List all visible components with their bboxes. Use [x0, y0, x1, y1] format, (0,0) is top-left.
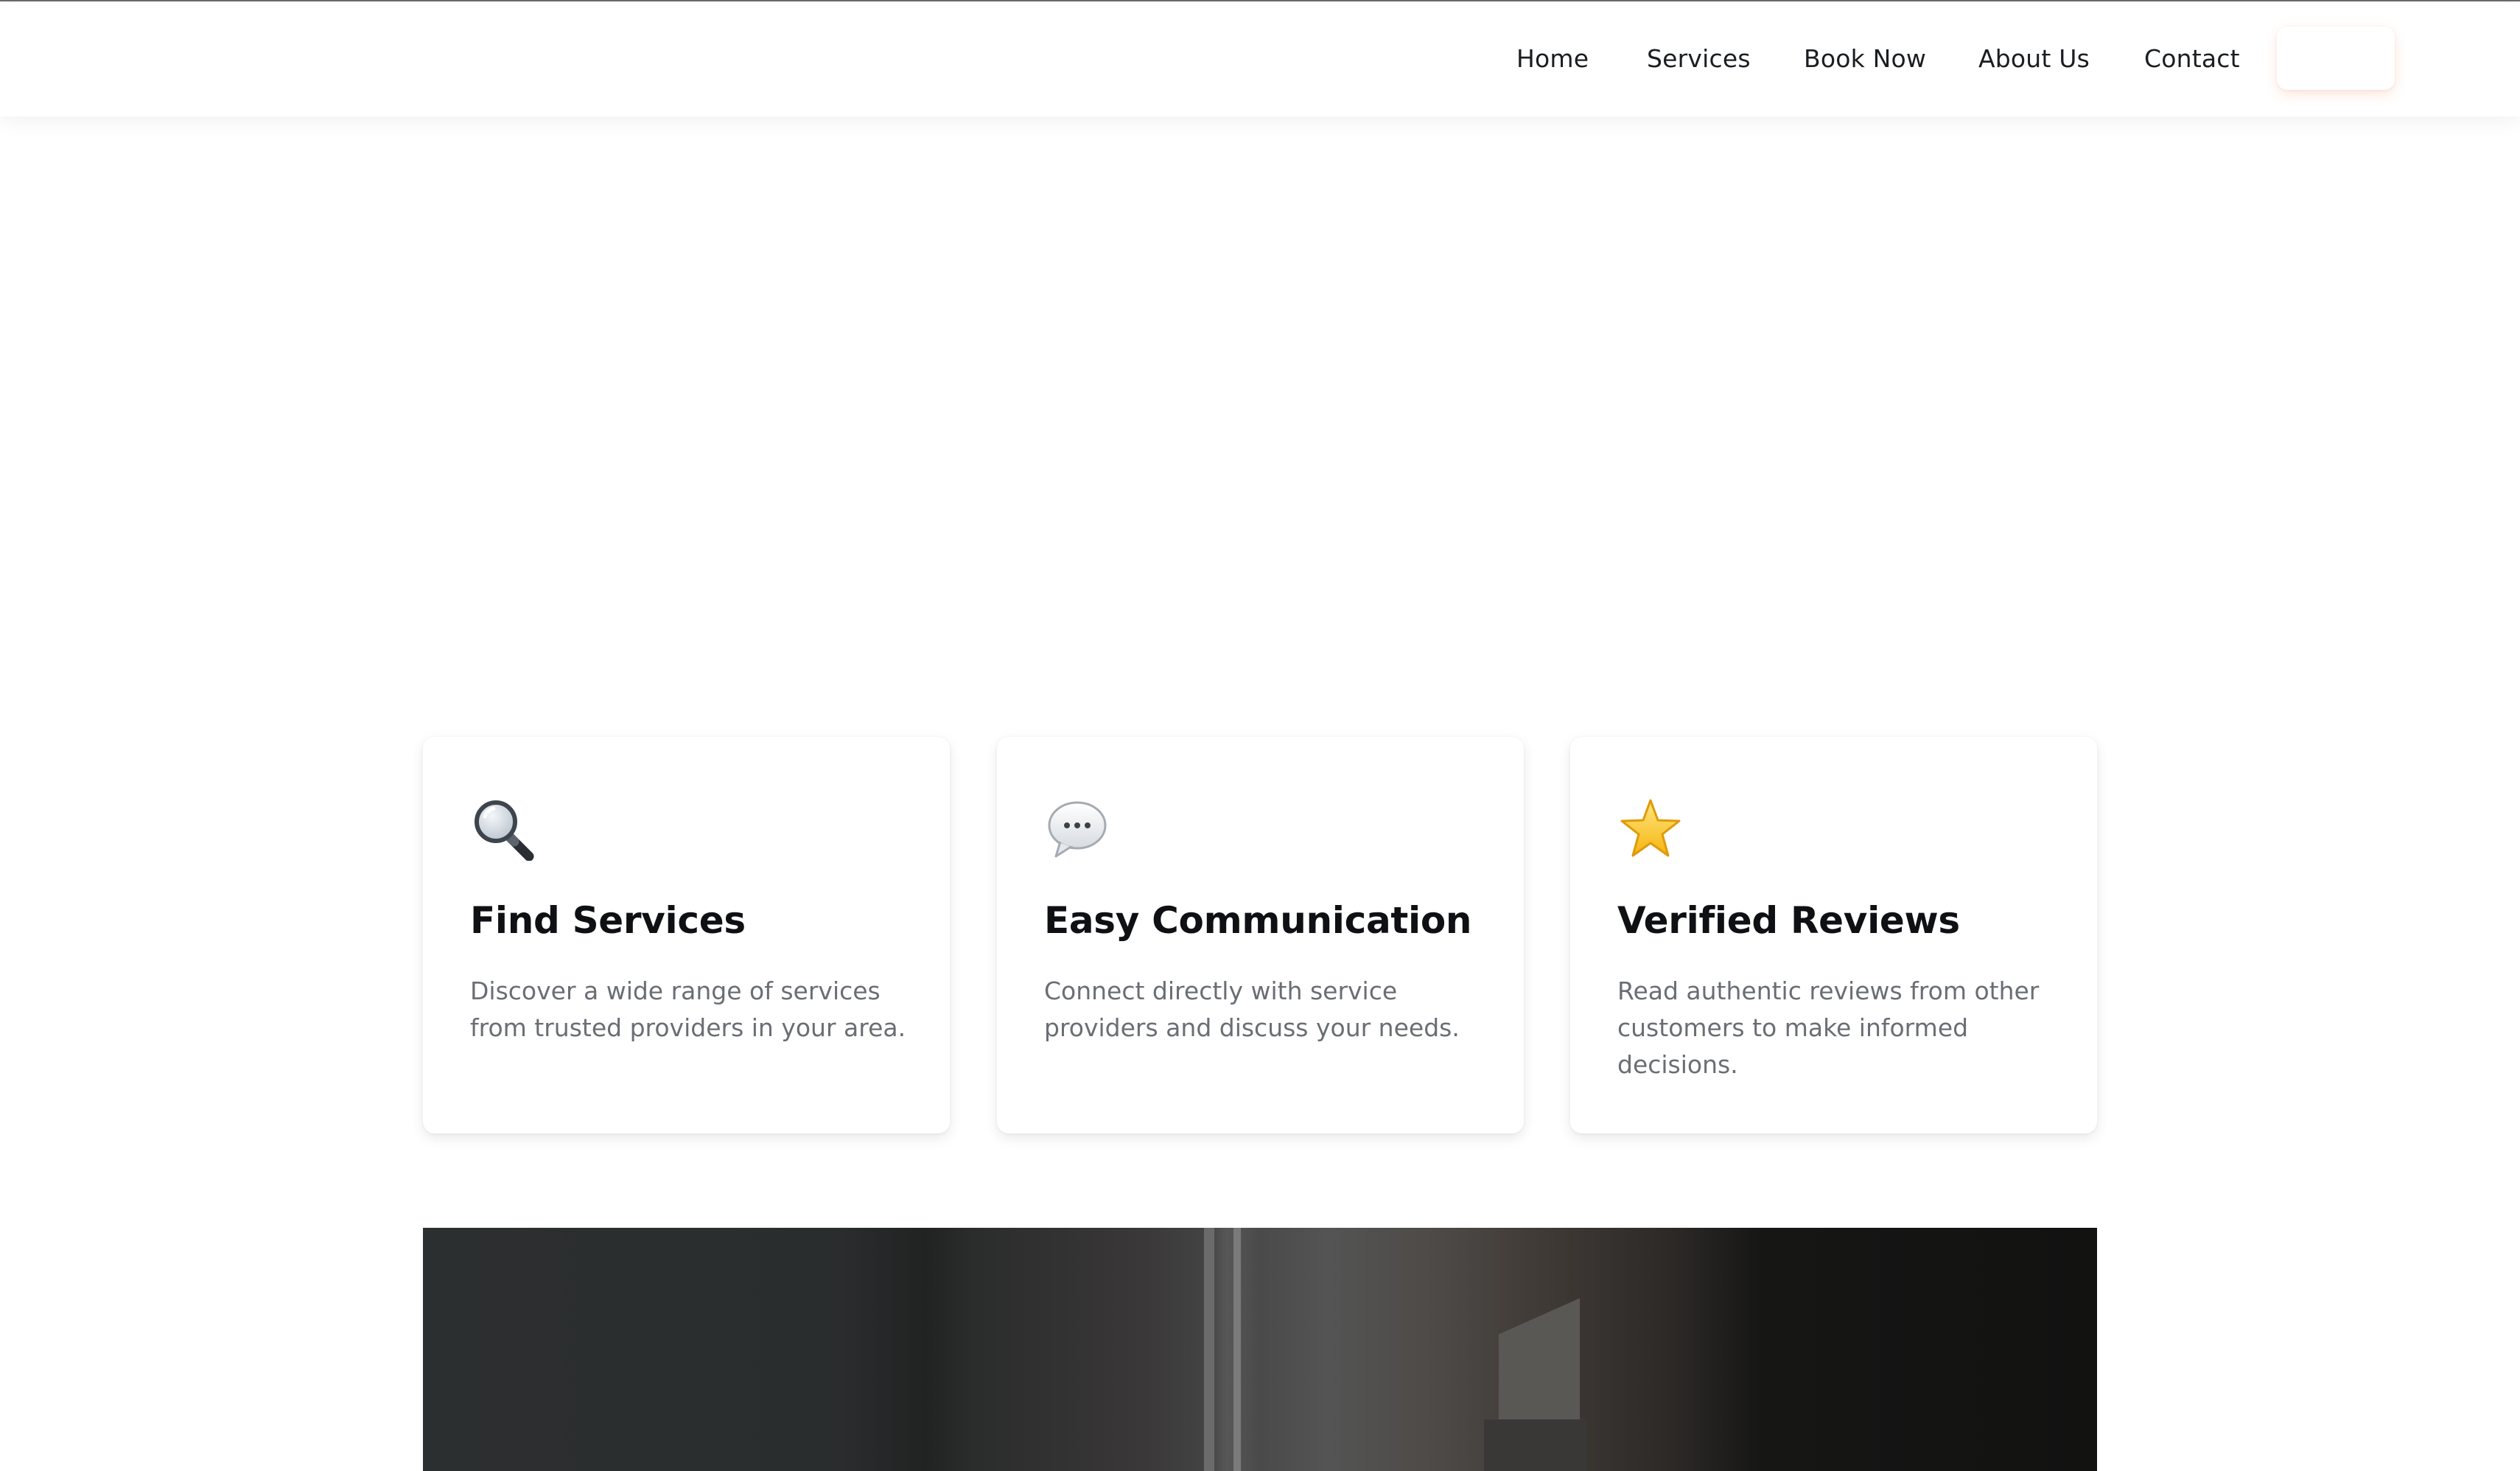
nav-link-home[interactable]: Home [1516, 1, 1589, 116]
nav-link-book-now[interactable]: Book Now [1804, 1, 1926, 116]
photo-detail [1484, 1419, 1587, 1471]
hero-photo-banner [423, 1228, 2097, 1471]
star-icon [1617, 796, 1684, 862]
feature-description: Connect directly with service providers … [1044, 976, 1460, 1042]
speech-bubble-icon [1044, 796, 1110, 862]
feature-title: Find Services [470, 899, 746, 942]
feature-card-find-services: Find Services Discover a wide range of s… [423, 737, 950, 1133]
magnifying-glass-icon [470, 796, 536, 862]
photo-detail [1233, 1228, 1241, 1471]
photo-detail [1204, 1228, 1214, 1471]
feature-description: Discover a wide range of services from t… [470, 976, 906, 1042]
nav-link-services[interactable]: Services [1647, 1, 1751, 116]
feature-card-verified-reviews: Verified Reviews Read authentic reviews … [1570, 737, 2097, 1133]
feature-description: Read authentic reviews from other custom… [1617, 976, 2040, 1079]
feature-title: Verified Reviews [1617, 899, 1960, 942]
nav-cta-button[interactable] [2277, 27, 2395, 90]
nav-link-about-us[interactable]: About Us [1978, 1, 2090, 116]
feature-title: Easy Communication [1044, 899, 1472, 942]
nav-link-contact[interactable]: Contact [2144, 1, 2240, 116]
feature-card-easy-communication: Easy Communication Connect directly with… [997, 737, 1524, 1133]
navbar: Home Services Book Now About Us Contact [0, 1, 2520, 116]
